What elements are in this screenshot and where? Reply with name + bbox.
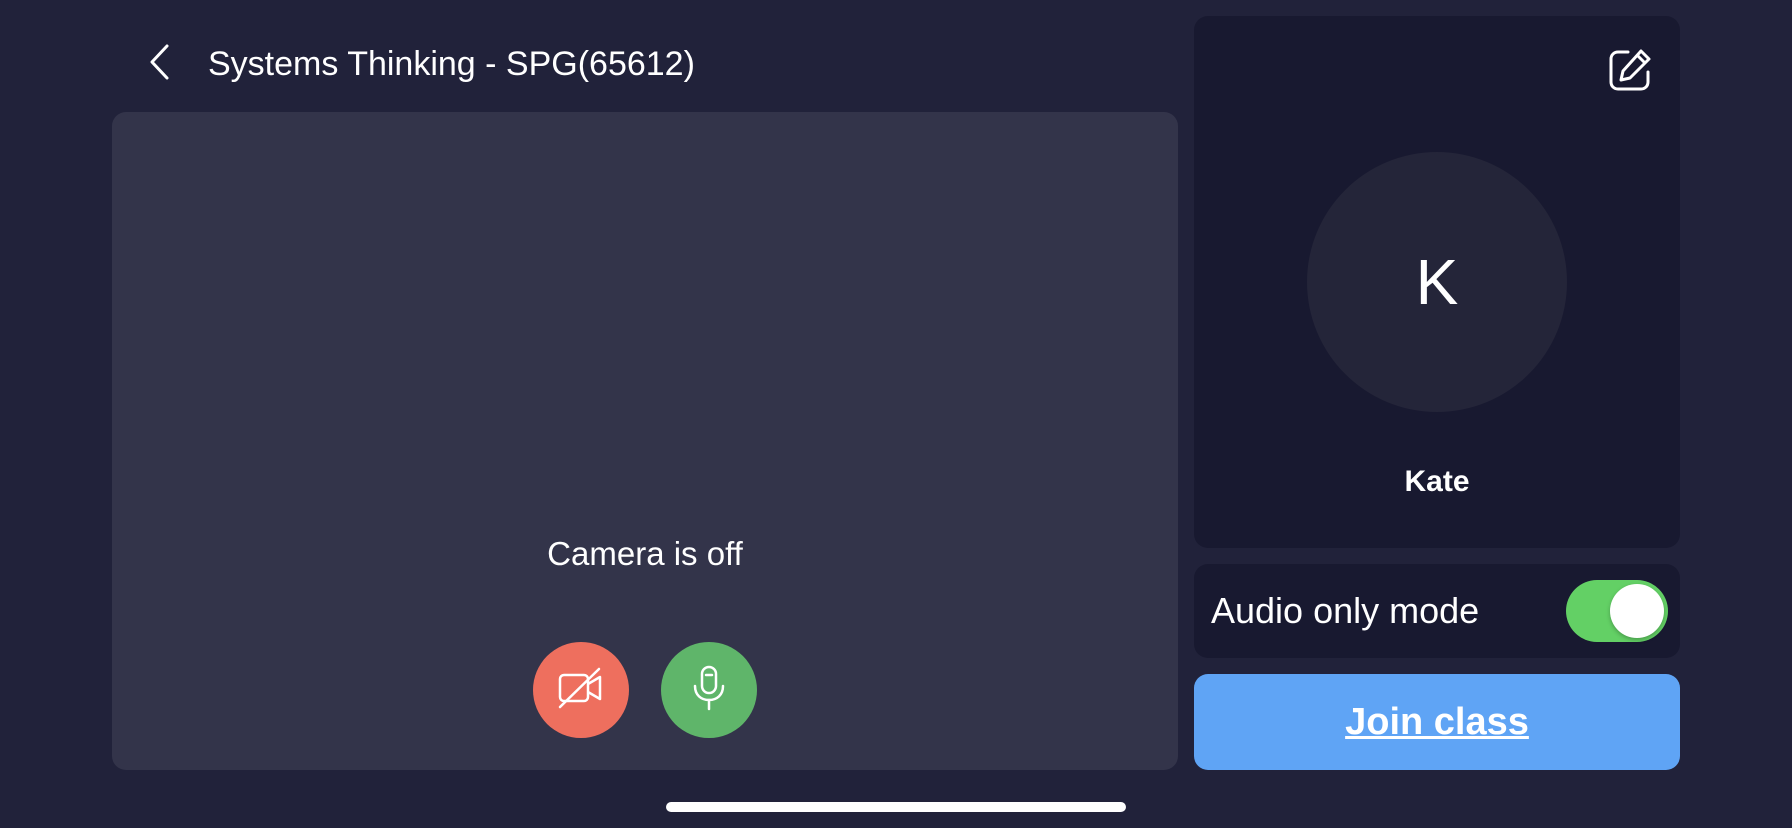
avatar-initial: K bbox=[1415, 246, 1459, 318]
camera-status-text: Camera is off bbox=[547, 535, 743, 572]
audio-only-mode-row: Audio only mode bbox=[1194, 564, 1680, 658]
profile-card: K Kate bbox=[1194, 16, 1680, 548]
camera-off-icon bbox=[557, 666, 605, 715]
video-preview: Camera is off bbox=[112, 112, 1178, 770]
audio-only-mode-toggle[interactable] bbox=[1566, 580, 1668, 642]
page-title: Systems Thinking - SPG(65612) bbox=[208, 45, 695, 83]
edit-icon bbox=[1606, 46, 1654, 99]
user-name: Kate bbox=[1404, 465, 1470, 498]
pre-join-screen: Systems Thinking - SPG(65612) Camera is … bbox=[0, 0, 1792, 828]
toggle-knob bbox=[1610, 584, 1664, 638]
microphone-icon bbox=[689, 664, 729, 717]
avatar: K bbox=[1307, 152, 1567, 412]
chevron-left-icon bbox=[147, 42, 173, 87]
edit-profile-button[interactable] bbox=[1602, 44, 1658, 100]
home-indicator[interactable] bbox=[666, 802, 1126, 812]
back-button[interactable] bbox=[138, 38, 182, 90]
camera-toggle-button[interactable] bbox=[533, 642, 629, 738]
microphone-toggle-button[interactable] bbox=[661, 642, 757, 738]
join-class-button[interactable]: Join class bbox=[1194, 674, 1680, 770]
audio-only-mode-label: Audio only mode bbox=[1211, 590, 1480, 631]
